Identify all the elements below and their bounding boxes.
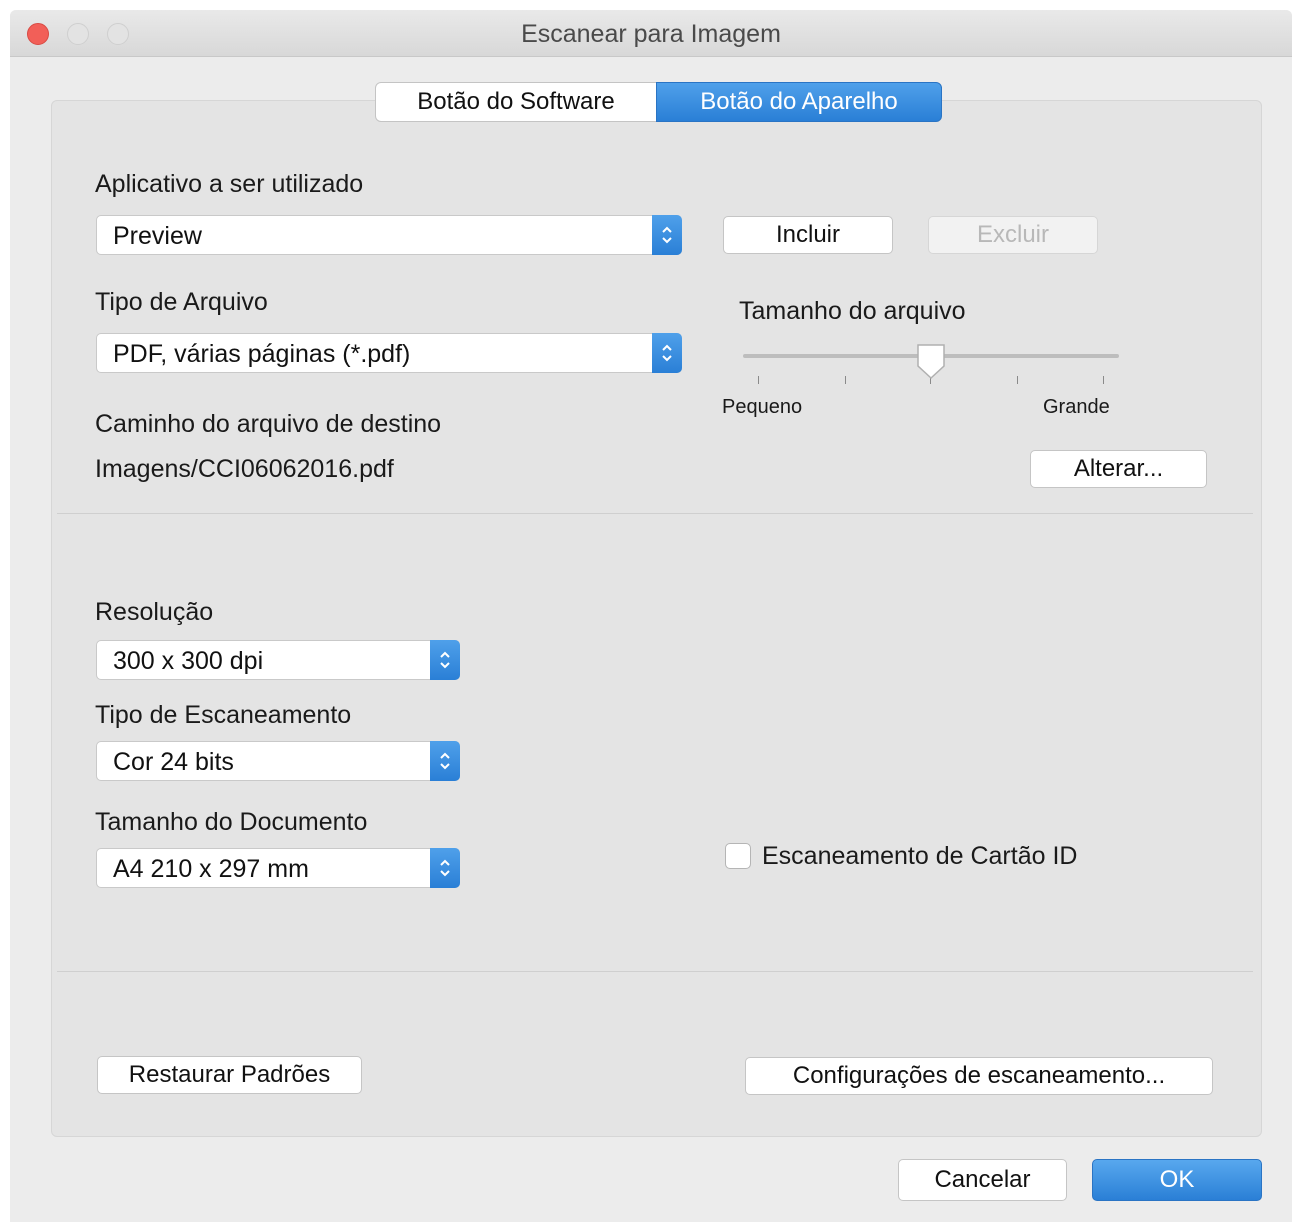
slider-tick <box>1103 376 1104 384</box>
app-select-value: Preview <box>113 222 202 250</box>
updown-arrows-icon <box>430 848 460 888</box>
slider-tick <box>758 376 759 384</box>
updown-arrows-icon <box>652 215 682 255</box>
scan-type-select[interactable]: Cor 24 bits <box>96 741 460 781</box>
change-destination-button[interactable]: Alterar... <box>1030 450 1207 488</box>
file-size-min-label: Pequeno <box>722 396 803 418</box>
restore-defaults-button[interactable]: Restaurar Padrões <box>97 1056 362 1094</box>
cancel-button[interactable]: Cancelar <box>898 1159 1067 1201</box>
doc-size-select-value: A4 210 x 297 mm <box>113 855 309 883</box>
resolution-select[interactable]: 300 x 300 dpi <box>96 640 460 680</box>
id-card-label[interactable]: Escaneamento de Cartão ID <box>762 842 1077 871</box>
destination-label: Caminho do arquivo de destino <box>95 410 442 438</box>
remove-app-button[interactable]: Excluir <box>928 216 1098 254</box>
file-type-label: Tipo de Arquivo <box>95 288 268 316</box>
resolution-label: Resolução <box>95 598 214 626</box>
app-select[interactable]: Preview <box>96 215 682 255</box>
updown-arrows-icon <box>652 333 682 373</box>
slider-tick <box>1017 376 1018 384</box>
resolution-select-value: 300 x 300 dpi <box>113 647 264 675</box>
divider <box>57 513 1253 514</box>
file-type-select-value: PDF, várias páginas (*.pdf) <box>113 340 411 368</box>
title-bar: Escanear para Imagem <box>10 10 1292 57</box>
scan-settings-button[interactable]: Configurações de escaneamento... <box>745 1057 1213 1095</box>
file-size-label: Tamanho do arquivo <box>739 297 966 325</box>
updown-arrows-icon <box>430 741 460 781</box>
file-size-max-label: Grande <box>1043 396 1110 418</box>
file-size-slider-thumb[interactable] <box>915 342 947 382</box>
app-label: Aplicativo a ser utilizado <box>95 170 364 198</box>
tab-software-button[interactable]: Botão do Software <box>375 82 657 122</box>
doc-size-select[interactable]: A4 210 x 297 mm <box>96 848 460 888</box>
doc-size-label: Tamanho do Documento <box>95 808 368 836</box>
divider <box>57 971 1253 972</box>
slider-tick <box>845 376 846 384</box>
ok-button[interactable]: OK <box>1092 1159 1262 1201</box>
file-type-select[interactable]: PDF, várias páginas (*.pdf) <box>96 333 682 373</box>
window-title: Escanear para Imagem <box>521 20 781 48</box>
destination-path: Imagens/CCI06062016.pdf <box>95 455 394 483</box>
scan-type-select-value: Cor 24 bits <box>113 748 234 776</box>
updown-arrows-icon <box>430 640 460 680</box>
scan-type-label: Tipo de Escaneamento <box>95 701 352 729</box>
dialog-window: Escanear para Imagem Botão do Software B… <box>10 10 1292 1222</box>
tab-device-button[interactable]: Botão do Aparelho <box>656 82 942 122</box>
settings-panel <box>51 100 1262 1137</box>
add-app-button[interactable]: Incluir <box>723 216 893 254</box>
id-card-checkbox[interactable] <box>725 843 751 869</box>
